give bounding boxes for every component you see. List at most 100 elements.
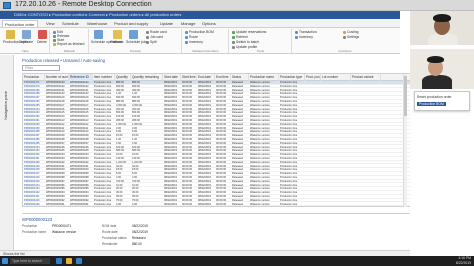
inventory-function-button[interactable]: Inventory [295, 35, 313, 40]
nav-arrows: ◀ [2, 12, 11, 26]
ribbon-tab-4[interactable]: Product and supply [112, 20, 150, 27]
ribbon-group-tools: Update reservations Refresh Switch to ba… [230, 29, 292, 53]
column-header-12[interactable]: Production type [279, 74, 305, 81]
report-finished-button[interactable]: Report as finished [53, 42, 84, 47]
column-header-13[interactable]: Prod. pool [305, 74, 321, 81]
vertical-scrollbar[interactable] [403, 74, 407, 207]
column-header-10[interactable]: Status [231, 74, 249, 81]
table-cell: 00:00:00 [216, 202, 227, 206]
ribbon-group-maintain: Edit Release Start Report as finished Ma… [51, 29, 89, 53]
column-header-2[interactable]: Reference ID [69, 74, 93, 81]
webcam-presenter [410, 11, 474, 45]
jobs-icon [128, 30, 138, 39]
table-cell [351, 203, 381, 206]
split-button[interactable]: Split [146, 40, 157, 45]
table-cell: Wakazon version [250, 202, 270, 206]
table-row[interactable]: PRD0000439 WP0000000091 WP0000000091 Produc… [23, 202, 413, 206]
detail-value[interactable]: 880.00 [132, 242, 142, 246]
table-cell: WP0000000091 [70, 202, 89, 206]
table-cell: 08/22/2019 [198, 202, 211, 206]
scrollbar-thumb[interactable] [404, 76, 407, 116]
inventory-button[interactable]: Inventory [185, 40, 203, 45]
calendar-icon [93, 30, 103, 39]
start-icon[interactable] [2, 258, 8, 264]
ribbon-tab-2[interactable]: Schedule [60, 20, 81, 27]
ribbon-tab-0[interactable]: Production order [2, 20, 38, 27]
duplicate-button[interactable]: Duplicate [19, 29, 33, 44]
detail-label: Route date [102, 230, 118, 234]
taskbar-clock[interactable]: 4:16 PM 8/22/2019 [456, 256, 471, 266]
popup-item-reset[interactable]: Reset production order [417, 95, 452, 99]
schedule-jobs-button[interactable]: Schedule jobs [126, 29, 147, 44]
participant-hair [427, 56, 444, 63]
duplicate-icon [21, 30, 31, 39]
column-header-4[interactable]: Quantity [115, 74, 131, 81]
detail-value[interactable]: PRD0000471 [52, 224, 71, 228]
remote-desktop-taskbar-icon[interactable] [76, 258, 82, 264]
folder-icon[interactable] [66, 258, 72, 264]
estimate-button[interactable]: Estimate [110, 29, 124, 44]
table-cell: WP0000000091 [46, 202, 65, 206]
table-cell: 08/22/2019 [164, 202, 177, 206]
ribbon-group-related: Production BOM Route Inventory Related i… [183, 29, 229, 53]
estimate-icon [112, 30, 122, 39]
table-cell: 4.00 [132, 202, 138, 206]
job-card-icon [146, 35, 149, 39]
column-header-1[interactable]: Number of number [45, 74, 69, 81]
column-header-14[interactable]: Lot number [321, 74, 351, 81]
transaction-icon [295, 30, 298, 34]
column-header-15[interactable]: Product variant [351, 74, 381, 81]
column-header-9[interactable]: End time [215, 74, 231, 81]
side-panel: Reset production order Production BOM [410, 11, 474, 256]
settings-button[interactable]: Settings [343, 35, 359, 40]
detail-label: Production name [22, 230, 47, 234]
ax-address-bar: ◀ D365 ▸ CONTOSO ▸ Production control ▸ … [0, 11, 400, 26]
detail-value[interactable]: 08/22/2019 [132, 230, 148, 234]
schedule-operations-button[interactable]: Schedule operations [91, 29, 122, 44]
ribbon-group-new: Production order Duplicate Delete New [2, 29, 50, 53]
windows-taskbar: Type here to search 4:16 PM 8/22/2019 [0, 256, 474, 266]
delete-button[interactable]: Delete [35, 29, 49, 44]
column-header-0[interactable]: Production [23, 74, 45, 81]
detail-label: Remainder [102, 242, 118, 246]
inventory-function-icon [295, 35, 298, 39]
column-header-11[interactable]: Production name [249, 74, 279, 81]
production-orders-grid: ProductionNumber of numberReference IDIt… [22, 73, 414, 207]
popup-item-bom[interactable]: Production BOM [417, 102, 446, 106]
ribbon-tab-5[interactable]: Update [158, 20, 175, 27]
ribbon-tab-7[interactable]: Options [200, 20, 218, 27]
new-order-icon [5, 30, 15, 39]
split-icon [146, 40, 149, 44]
ribbon-group-functions: Transaction Inventory Costing Settings F… [293, 29, 397, 53]
detail-title: WP0000000123 [22, 217, 53, 222]
navigation-pane[interactable]: Navigation pane [0, 55, 14, 250]
table-cell[interactable]: PRD0000439 [23, 203, 45, 206]
remote-desktop-title-bar: 172.20.10.26 - Remote Desktop Connection [0, 0, 474, 11]
taskbar-search[interactable]: Type here to search [10, 258, 50, 264]
filter-input[interactable]: Filter [22, 65, 60, 71]
grid-header: ProductionNumber of numberReference IDIt… [23, 74, 413, 81]
column-header-6[interactable]: Start date [163, 74, 181, 81]
column-header-5[interactable]: Quantity remaining [131, 74, 163, 81]
ribbon-tab-1[interactable]: View [44, 20, 57, 27]
batch-icon [232, 40, 235, 44]
remote-desktop-title: 172.20.10.26 - Remote Desktop Connection [15, 1, 152, 8]
participant-shirt [422, 75, 452, 89]
detail-value[interactable]: Released [132, 236, 145, 240]
detail-value[interactable]: 08/22/2019 [132, 224, 148, 228]
context-popup: Reset production order Production BOM [414, 91, 470, 111]
report-icon [53, 42, 56, 46]
detail-value[interactable]: Wakazon version [52, 230, 76, 234]
address-path[interactable]: D365 ▸ CONTOSO ▸ Production control ▸ Co… [14, 12, 181, 17]
column-header-7[interactable]: Start time [181, 74, 197, 81]
presenter-hair [433, 14, 451, 22]
table-cell [321, 203, 351, 206]
bom-icon [185, 30, 188, 34]
column-header-8[interactable]: End date [197, 74, 215, 81]
main-content: Production released • Unsaved / Auto-sav… [14, 55, 414, 250]
ribbon-tab-6[interactable]: Manage [179, 20, 197, 27]
column-header-3[interactable]: Item number [93, 74, 115, 81]
ribbon-tab-3[interactable]: Warehouse [85, 20, 109, 27]
browser-icon[interactable] [56, 258, 62, 264]
new-production-order-button[interactable]: Production order [3, 29, 28, 44]
